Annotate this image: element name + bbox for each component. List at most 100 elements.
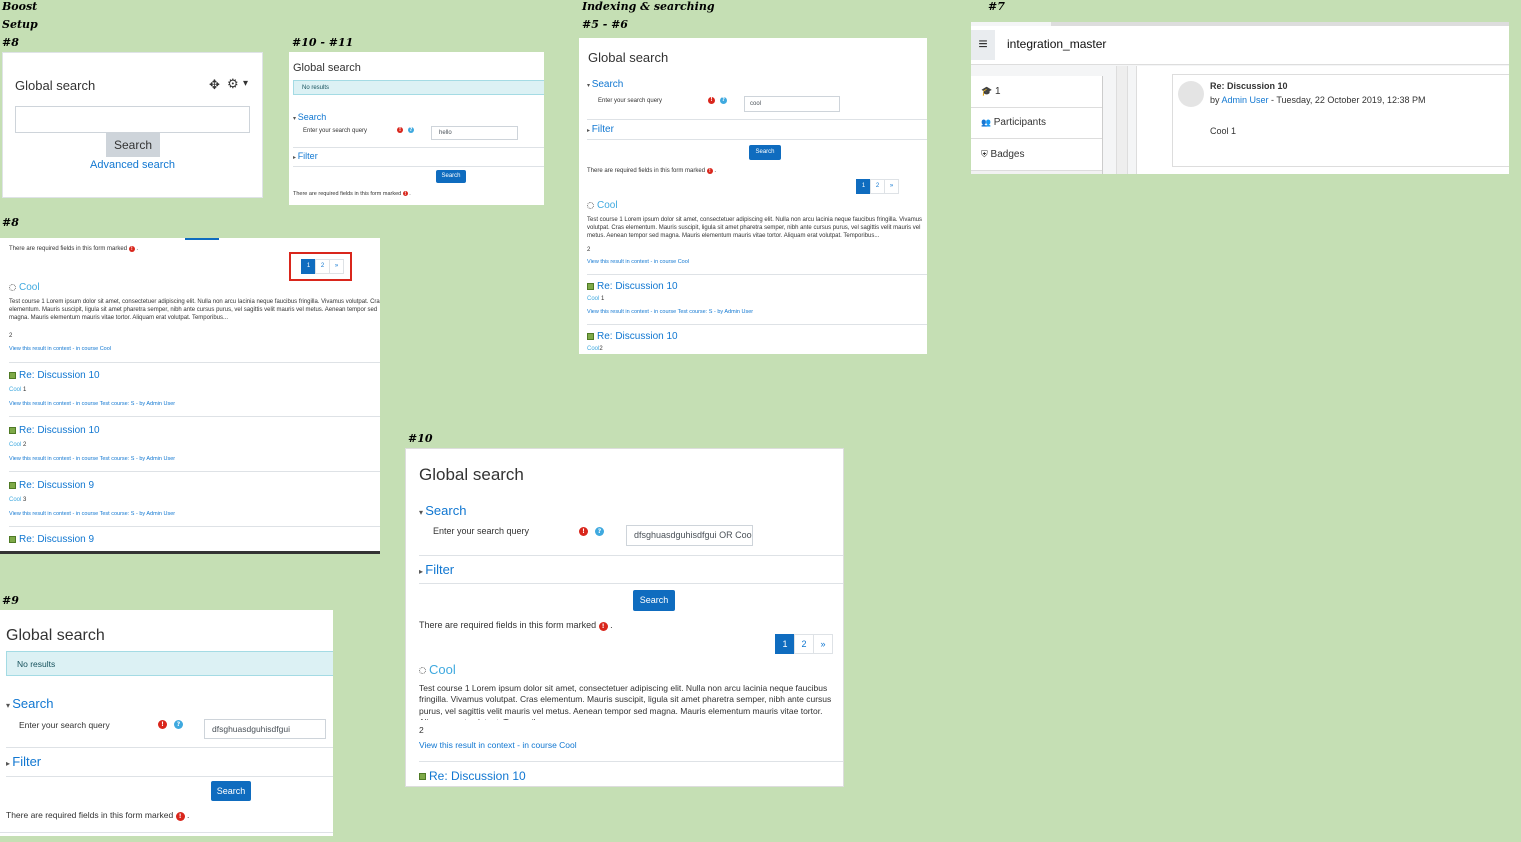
result-title-discussion[interactable]: Re: Discussion 9 [9,534,94,545]
required-icon: ! [397,127,403,133]
move-icon[interactable]: ✥ [209,77,220,93]
result-title-cool[interactable]: Cool [419,662,456,677]
search-button[interactable]: Search [436,170,466,183]
filter-section-label: Filter [425,562,455,577]
advanced-search-link[interactable]: Advanced search [3,159,262,171]
search-section-toggle[interactable]: ▾ Search [293,112,326,122]
help-icon[interactable]: ? [720,97,727,104]
help-icon[interactable]: ? [595,527,604,536]
search-button[interactable]: Search [211,781,251,801]
page-1-link[interactable]: 1 [856,179,871,194]
view-context-link[interactable]: View this result in context [9,456,71,462]
next-page-link[interactable]: » [329,259,344,274]
result-context-line: View this result in context - in course … [9,456,175,462]
result-number: 1 [601,296,605,302]
course-link[interactable]: in course Cool [654,259,689,265]
author-link[interactable]: Admin User [1222,95,1269,105]
chevron-down-icon[interactable]: ▾ [243,78,248,89]
course-link[interactable]: in course Test course: S [76,456,135,462]
search-input[interactable]: dfsghuasdguhisdfgui OR Coo [626,525,753,546]
menu-icon[interactable]: ≡ [971,30,995,60]
block-search-button[interactable]: Search [106,133,160,157]
search-section-toggle[interactable]: ▾ Search [587,79,623,90]
search-button[interactable]: Search [749,145,781,160]
result-title-text: Re: Discussion 10 [597,281,678,292]
period: . [136,246,139,252]
filter-section-toggle[interactable]: ▸ Filter [587,124,614,135]
cool-link[interactable]: Cool [9,442,21,448]
help-icon[interactable]: ? [174,720,183,729]
result-summary: Cool2 [587,346,603,352]
search-button[interactable]: Search [633,590,675,611]
scrollbar[interactable] [1116,66,1128,174]
page-1-link[interactable]: 1 [775,634,795,654]
page-2-link[interactable]: 2 [794,634,814,654]
search-section-toggle[interactable]: ▾ Search [419,503,466,518]
result-number: 3 [23,497,27,503]
view-context-link[interactable]: View this result in context [587,309,649,315]
view-context-link[interactable]: View this result in context [9,401,71,407]
view-context-link[interactable]: View this result in context [587,259,649,265]
search-input[interactable]: cool [744,96,840,112]
page-2-link[interactable]: 2 [870,179,885,194]
result-title-cool[interactable]: Cool [587,200,618,211]
view-context-link[interactable]: View this result in context [9,346,71,352]
next-page-link[interactable]: » [813,634,833,654]
view-context-link[interactable]: View this result in context [9,511,71,517]
course-link[interactable]: in course Cool [76,346,111,352]
nav-item-course[interactable]: 🎓 1 [971,76,1102,108]
result-title-discussion[interactable]: Re: Discussion 9 [9,480,94,491]
result-title-discussion[interactable]: Re: Discussion 10 [9,425,100,436]
result-title-discussion[interactable]: Re: Discussion 10 [9,370,100,381]
page-1-link[interactable]: 1 [301,259,316,274]
search-input[interactable]: dfsghuasdguhisdfgui [204,719,326,739]
result-title-cool[interactable]: Cool [9,282,40,293]
query-label: Enter your search query [19,720,110,730]
help-icon[interactable]: ? [408,127,414,133]
result-title-text: Re: Discussion 9 [19,480,95,491]
required-note: There are required fields in this form m… [6,810,189,821]
site-name[interactable]: integration_master [1007,37,1106,51]
users-icon: 👥 [981,118,991,127]
global-search-block: Global search ✥ ⚙ ▾ Search Advanced sear… [2,52,263,198]
course-icon [419,667,426,675]
nav-item-badges[interactable]: ⛨ Badges [971,139,1102,171]
forum-icon [587,282,594,290]
filter-section-toggle[interactable]: ▸ Filter [293,151,318,161]
next-page-link[interactable]: » [884,179,899,194]
course-link[interactable]: in course Test course: S [654,309,713,315]
gear-icon[interactable]: ⚙ [227,76,239,92]
course-link[interactable]: in course Test course: S [76,401,135,407]
author-link[interactable]: by Admin User [139,511,175,517]
page-title: Global search [588,50,669,65]
search-section-toggle[interactable]: ▾ Search [6,696,53,711]
result-title-discussion[interactable]: Re: Discussion 10 [419,769,526,783]
page-2-link[interactable]: 2 [315,259,330,274]
result-title-text: Re: Discussion 10 [19,370,100,381]
block-search-input[interactable] [15,106,250,133]
panel-search-hello: Global search No results ▾ Search Enter … [289,52,544,205]
course-link[interactable]: in course Test course: S [76,511,135,517]
cool-link[interactable]: Cool [587,346,599,352]
course-link[interactable]: in course Cool [522,740,576,750]
author-link[interactable]: by Admin User [139,401,175,407]
filter-section-toggle[interactable]: ▸ Filter [6,754,41,769]
period: . [187,810,190,820]
filter-section-toggle[interactable]: ▸ Filter [419,562,454,577]
cool-link[interactable]: Cool [587,296,599,302]
cool-link[interactable]: Cool [9,387,21,393]
author-link[interactable]: by Admin User [139,456,175,462]
result-title-discussion[interactable]: Re: Discussion 10 [587,331,678,342]
view-context-link[interactable]: View this result in context [419,740,515,750]
result-title-discussion[interactable]: Re: Discussion 10 [587,281,678,292]
nav-item-participants[interactable]: 👥 Participants [971,108,1102,139]
period: . [714,168,717,174]
required-note: There are required fields in this form m… [419,620,613,631]
post-body: Cool 1 [1210,126,1237,136]
search-input[interactable]: hello [431,126,518,140]
forum-icon [9,371,16,379]
author-link[interactable]: by Admin User [717,309,753,315]
no-results-notice: No results [6,651,333,676]
cool-link[interactable]: Cool [9,497,21,503]
required-icon: ! [708,97,715,104]
